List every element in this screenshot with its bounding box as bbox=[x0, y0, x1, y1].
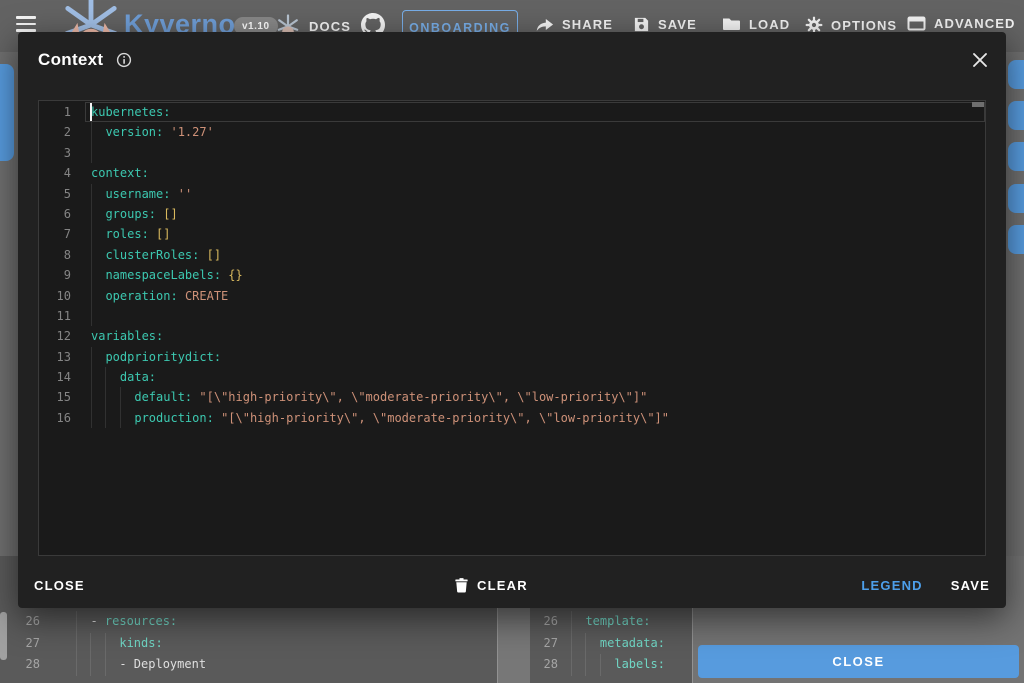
dialog-footer: CLOSE CLEAR LEGEND SAVE bbox=[18, 562, 1006, 608]
text-cursor bbox=[90, 103, 92, 121]
editor-line: 13 podprioritydict: bbox=[39, 347, 985, 367]
line-number: 13 bbox=[39, 347, 71, 367]
editor-line: 1kubernetes: bbox=[39, 102, 985, 122]
line-number: 6 bbox=[39, 204, 71, 224]
line-number: 10 bbox=[39, 286, 71, 306]
line-number: 5 bbox=[39, 184, 71, 204]
line-number: 7 bbox=[39, 224, 71, 244]
dialog-close-button[interactable]: CLOSE bbox=[34, 578, 85, 593]
trash-icon bbox=[455, 578, 468, 593]
line-number: 15 bbox=[39, 387, 71, 407]
editor-line: 5 username: '' bbox=[39, 184, 985, 204]
line-number: 14 bbox=[39, 367, 71, 387]
line-number: 4 bbox=[39, 163, 71, 183]
dialog-title: Context bbox=[38, 50, 103, 70]
line-number: 12 bbox=[39, 326, 71, 346]
editor-line: 3 bbox=[39, 143, 985, 163]
editor-scrollbar[interactable] bbox=[972, 102, 984, 107]
editor-line: 8 clusterRoles: [] bbox=[39, 245, 985, 265]
editor-line: 4context: bbox=[39, 163, 985, 183]
context-dialog: Context 1kubernetes:2 version: '1.27'34c… bbox=[18, 32, 1006, 608]
indent-guide bbox=[91, 306, 92, 326]
editor-line: 11 bbox=[39, 306, 985, 326]
dialog-header: Context bbox=[18, 32, 1006, 88]
close-icon[interactable] bbox=[972, 52, 988, 68]
legend-label: LEGEND bbox=[861, 578, 922, 593]
screen: Kyverno v1.10 DOCS O bbox=[0, 0, 1024, 683]
editor-line: 2 version: '1.27' bbox=[39, 122, 985, 142]
dialog-close-label: CLOSE bbox=[34, 578, 85, 593]
context-editor[interactable]: 1kubernetes:2 version: '1.27'34context:5… bbox=[38, 100, 986, 556]
clear-button[interactable]: CLEAR bbox=[455, 578, 528, 593]
editor-line: 15 default: "[\"high-priority\", \"moder… bbox=[39, 387, 985, 407]
editor-line: 9 namespaceLabels: {} bbox=[39, 265, 985, 285]
line-number: 9 bbox=[39, 265, 71, 285]
line-number: 1 bbox=[39, 102, 71, 122]
line-number: 16 bbox=[39, 408, 71, 428]
line-number: 2 bbox=[39, 122, 71, 142]
editor-line: 6 groups: [] bbox=[39, 204, 985, 224]
dialog-save-button[interactable]: SAVE bbox=[951, 578, 990, 593]
line-number: 11 bbox=[39, 306, 71, 326]
line-number: 3 bbox=[39, 143, 71, 163]
editor-line: 7 roles: [] bbox=[39, 224, 985, 244]
editor-line: 16 production: "[\"high-priority\", \"mo… bbox=[39, 408, 985, 428]
clear-label: CLEAR bbox=[477, 578, 528, 593]
legend-button[interactable]: LEGEND bbox=[861, 578, 922, 593]
line-number: 8 bbox=[39, 245, 71, 265]
indent-guide bbox=[91, 143, 92, 163]
editor-line: 10 operation: CREATE bbox=[39, 286, 985, 306]
editor-line: 14 data: bbox=[39, 367, 985, 387]
info-icon[interactable] bbox=[116, 52, 132, 68]
dialog-save-label: SAVE bbox=[951, 578, 990, 593]
editor-line: 12variables: bbox=[39, 326, 985, 346]
